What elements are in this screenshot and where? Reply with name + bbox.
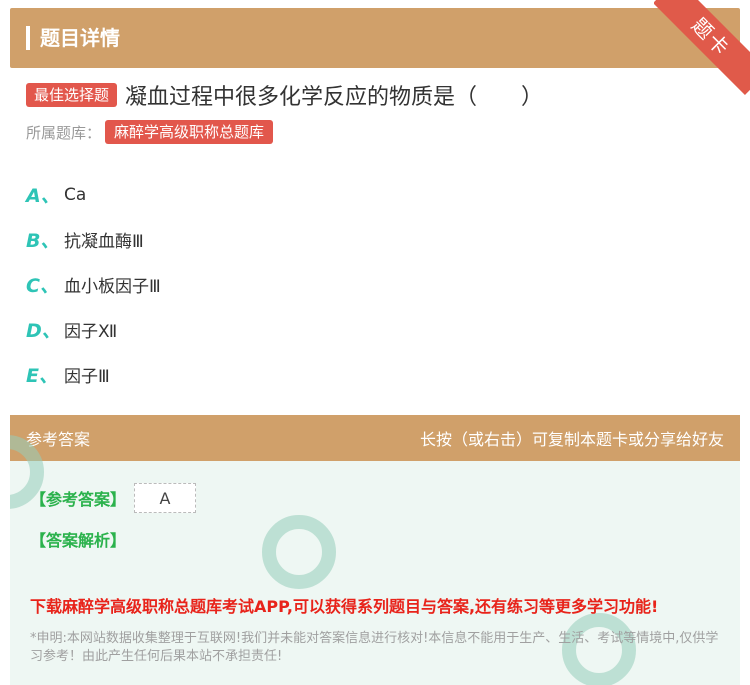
option-text: 因子Ⅻ [64,322,118,342]
source-label: 所属题库： [26,123,102,142]
option-letter: D、 [26,320,61,342]
source-tag[interactable]: 麻醉学高级职称总题库 [105,120,274,144]
option-letter: B、 [26,230,60,252]
page-title: 题目详情 [40,26,120,50]
option-text: 抗凝血酶Ⅲ [64,232,144,252]
option-b[interactable]: B、 抗凝血酶Ⅲ [26,217,161,262]
question-text: 凝血过程中很多化学反应的物质是（ ） [125,85,544,110]
corner-ribbon: 题卡 [654,0,750,96]
answer-panel[interactable]: 参考答案 长按（或右击）可复制本题卡或分享给好友 【参考答案】 A 【答案解析】… [10,415,740,685]
option-text: 血小板因子Ⅲ [64,277,161,297]
question-source: 所属题库： 麻醉学高级职称总题库 [26,120,274,144]
app-download-promo[interactable]: 下载麻醉学高级职称总题库考试APP,可以获得系列题目与答案,还有练习等更多学习功… [30,593,658,617]
question-row: 最佳选择题 凝血过程中很多化学反应的物质是（ ） [26,79,543,111]
answer-label: 【参考答案】 [30,490,127,509]
disclaimer-text: *申明:本网站数据收集整理于互联网!我们并未能对答案信息进行核对!本信息不能用于… [30,631,719,664]
answer-row: 【参考答案】 A [30,483,197,513]
answer-panel-title: 参考答案 [26,430,91,449]
analysis-row: 【答案解析】 [30,527,126,551]
header-accent-bar [26,26,30,50]
answer-value: A [134,483,197,513]
option-letter: C、 [26,275,59,297]
question-type-badge: 最佳选择题 [26,83,118,107]
option-text: 因子Ⅲ [64,367,110,387]
watermark-logo-icon [262,515,336,589]
option-c[interactable]: C、 血小板因子Ⅲ [26,262,161,307]
ribbon-label: 题卡 [654,0,750,95]
option-letter: E、 [26,365,58,387]
header-bar: 题目详情 [10,8,740,68]
option-list: A、 Ca B、 抗凝血酶Ⅲ C、 血小板因子Ⅲ D、 因子Ⅻ E、 因子Ⅲ [26,172,161,397]
option-text: Ca [64,184,87,205]
option-d[interactable]: D、 因子Ⅻ [26,307,161,352]
option-a[interactable]: A、 Ca [26,172,161,217]
answer-panel-header: 参考答案 长按（或右击）可复制本题卡或分享给好友 [10,415,740,461]
share-hint: 长按（或右击）可复制本题卡或分享给好友 [419,430,724,449]
analysis-label: 【答案解析】 [30,531,127,550]
option-letter: A、 [26,185,60,207]
option-e[interactable]: E、 因子Ⅲ [26,352,161,397]
